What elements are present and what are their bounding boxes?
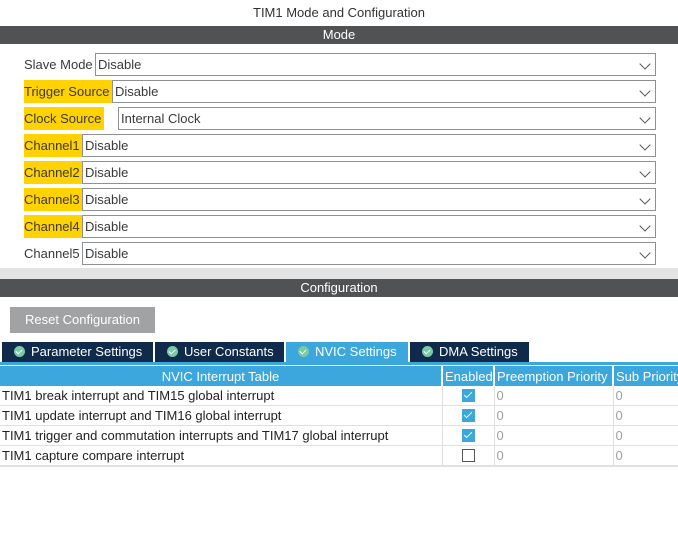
table-row: TIM1 trigger and commutation interrupts … xyxy=(0,425,678,446)
clock-source-label: Clock Source xyxy=(24,107,104,130)
channel1-select[interactable]: Disable xyxy=(82,134,656,157)
trigger-source-select[interactable]: Disable xyxy=(112,80,656,103)
reset-configuration-button[interactable]: Reset Configuration xyxy=(10,307,155,333)
field-row: Clock Source Internal Clock xyxy=(24,107,656,130)
trigger-source-value: Disable xyxy=(115,84,159,99)
sub-priority[interactable]: 0 xyxy=(613,386,678,406)
header-interrupt-table: NVIC Interrupt Table xyxy=(0,366,443,386)
tab-parameter-settings[interactable]: Parameter Settings xyxy=(2,342,153,362)
window-title: TIM1 Mode and Configuration xyxy=(253,5,425,20)
clock-source-select[interactable]: Internal Clock xyxy=(118,107,656,130)
tab-label: DMA Settings xyxy=(439,344,518,359)
check-circle-icon xyxy=(298,346,309,357)
slave-mode-label: Slave Mode xyxy=(24,57,93,72)
field-row: Trigger Source Disable xyxy=(24,80,656,103)
header-preemption-priority: Preemption Priority xyxy=(494,366,614,386)
field-row: Channel3 Disable xyxy=(24,188,656,211)
nvic-table: NVIC Interrupt Table Enabled Preemption … xyxy=(0,366,678,466)
enabled-checkbox[interactable] xyxy=(461,429,475,442)
check-circle-icon xyxy=(167,346,178,357)
table-row: TIM1 capture compare interrupt 0 0 xyxy=(0,445,678,466)
chevron-down-icon xyxy=(639,166,651,178)
channel2-value: Disable xyxy=(85,165,129,180)
preemption-priority[interactable]: 0 xyxy=(494,386,614,406)
field-row: Channel2 Disable xyxy=(24,161,656,184)
table-row: TIM1 update interrupt and TIM16 global i… xyxy=(0,405,678,426)
field-row: Channel1 Disable xyxy=(24,134,656,157)
tab-dma-settings[interactable]: DMA Settings xyxy=(410,342,529,362)
tab-label: Parameter Settings xyxy=(31,344,143,359)
configuration-header: Configuration xyxy=(0,279,678,297)
preemption-priority[interactable]: 0 xyxy=(494,445,614,466)
field-row: Slave Mode Disable xyxy=(24,53,656,76)
chevron-down-icon xyxy=(639,193,651,205)
channel1-value: Disable xyxy=(85,138,129,153)
check-circle-icon xyxy=(422,346,433,357)
enabled-checkbox[interactable] xyxy=(461,409,475,422)
chevron-down-icon xyxy=(639,247,651,259)
tab-user-constants[interactable]: User Constants xyxy=(155,342,284,362)
channel2-label: Channel2 xyxy=(24,161,82,184)
interrupt-name: TIM1 trigger and commutation interrupts … xyxy=(0,425,443,446)
chevron-down-icon xyxy=(639,112,651,124)
tab-underline xyxy=(0,362,678,365)
channel3-value: Disable xyxy=(85,192,129,207)
channel3-select[interactable]: Disable xyxy=(82,188,656,211)
chevron-down-icon xyxy=(639,139,651,151)
table-row: TIM1 break interrupt and TIM15 global in… xyxy=(0,386,678,406)
mode-header: Mode xyxy=(0,26,678,44)
preemption-priority[interactable]: 0 xyxy=(494,425,614,446)
tab-label: NVIC Settings xyxy=(315,344,397,359)
header-sub-priority: Sub Priority xyxy=(613,366,678,386)
trigger-source-label: Trigger Source xyxy=(24,80,112,103)
clock-source-value: Internal Clock xyxy=(121,111,201,126)
field-row: Channel4 Disable xyxy=(24,215,656,238)
channel5-select[interactable]: Disable xyxy=(82,242,656,265)
interrupt-name: TIM1 capture compare interrupt xyxy=(0,445,443,466)
enabled-checkbox[interactable] xyxy=(461,389,475,402)
sub-priority[interactable]: 0 xyxy=(613,405,678,426)
slave-mode-value: Disable xyxy=(98,57,142,72)
field-row: Channel5 Disable xyxy=(24,242,656,265)
channel5-value: Disable xyxy=(85,246,129,261)
tab-label: User Constants xyxy=(184,344,274,359)
channel5-label: Channel5 xyxy=(24,246,80,261)
preemption-priority[interactable]: 0 xyxy=(494,405,614,426)
chevron-down-icon xyxy=(639,220,651,232)
chevron-down-icon xyxy=(639,85,651,97)
channel1-label: Channel1 xyxy=(24,134,82,157)
slave-mode-select[interactable]: Disable xyxy=(95,53,656,76)
channel4-label: Channel4 xyxy=(24,215,82,238)
channel2-select[interactable]: Disable xyxy=(82,161,656,184)
header-enabled: Enabled xyxy=(442,366,495,386)
interrupt-name: TIM1 update interrupt and TIM16 global i… xyxy=(0,405,443,426)
interrupt-name: TIM1 break interrupt and TIM15 global in… xyxy=(0,386,443,406)
channel4-value: Disable xyxy=(85,219,129,234)
sub-priority[interactable]: 0 xyxy=(613,445,678,466)
channel3-label: Channel3 xyxy=(24,188,82,211)
tab-nvic-settings[interactable]: NVIC Settings xyxy=(286,342,408,362)
channel4-select[interactable]: Disable xyxy=(82,215,656,238)
chevron-down-icon xyxy=(639,58,651,70)
check-circle-icon xyxy=(14,346,25,357)
sub-priority[interactable]: 0 xyxy=(613,425,678,446)
table-empty-area xyxy=(0,466,678,544)
enabled-checkbox[interactable] xyxy=(461,449,475,462)
splitter[interactable] xyxy=(0,268,678,279)
